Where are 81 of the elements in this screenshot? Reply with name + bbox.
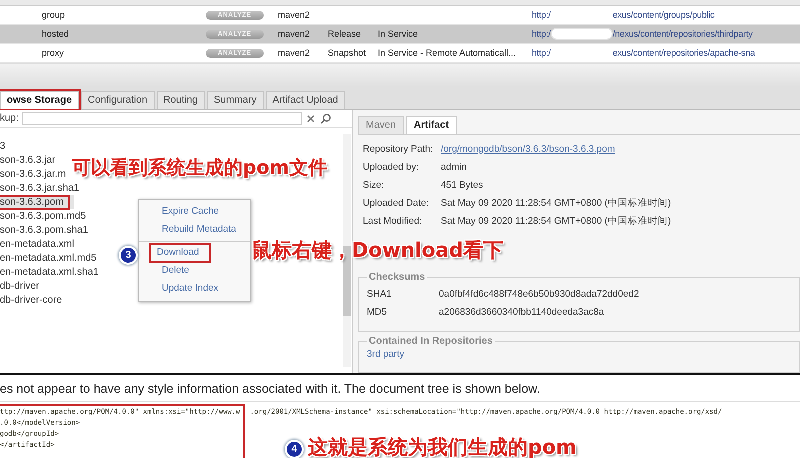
path-link[interactable]: exus/content/repositories/apache-sna: [612, 48, 756, 58]
table-cell-text: maven2: [278, 48, 312, 58]
table-cell: In Service - Remote Automaticall...: [378, 48, 516, 58]
tree-item[interactable]: son-3.6.3.pom.sha1: [0, 223, 94, 237]
field-label: Last Modified:: [363, 216, 424, 226]
file-name: son-3.6.3.jar: [0, 154, 56, 166]
file-name: son-3.6.3.pom.md5: [0, 210, 86, 222]
tab[interactable]: Routing: [156, 91, 205, 109]
tree-item[interactable]: son-3.6.3.pom.md5: [0, 209, 92, 223]
table-cell-text: hosted: [42, 29, 70, 39]
tree-item[interactable]: en-metadata.xml: [0, 237, 80, 251]
tree-item[interactable]: son-3.6.3.pom: [0, 195, 74, 209]
file-name: son-3.6.3.jar.m: [0, 168, 66, 180]
menu-item[interactable]: Expire Cache: [154, 204, 230, 220]
field-label: Size:: [363, 180, 386, 190]
table-cell-text: proxy: [42, 48, 66, 58]
menu-item[interactable]: Delete: [154, 263, 200, 279]
field-label: MD5: [367, 306, 388, 318]
field-value: Sat May 09 2020 11:28:54 GMT+0800 (中国标准时间): [441, 196, 672, 210]
repository-link[interactable]: 3rd party: [367, 349, 404, 360]
file-name: son-3.6.3.pom.sha1: [0, 224, 88, 236]
table-cell: In Service: [378, 29, 418, 39]
field-value: 451 Bytes: [441, 180, 484, 190]
path-link[interactable]: /nexus/content/repositories/thirdparty: [612, 29, 753, 39]
tree-item[interactable]: db-driver: [0, 279, 46, 293]
file-name: en-metadata.xml.sha1: [0, 266, 99, 278]
path-link[interactable]: http:/: [532, 10, 551, 20]
tree-item[interactable]: 3: [0, 139, 12, 153]
field-value: Sat May 09 2020 11:28:54 GMT+0800 (中国标准时间): [441, 214, 672, 228]
table-cell-text: group: [42, 10, 66, 20]
annotation-text: 鼠标右键，Download看下: [252, 237, 504, 264]
tab[interactable]: Configuration: [81, 91, 155, 109]
menu-item[interactable]: Rebuild Metadata: [154, 222, 246, 238]
tab[interactable]: Maven: [358, 116, 404, 134]
field-value: admin: [441, 162, 467, 172]
tab[interactable]: Artifact: [406, 116, 458, 134]
field-label: Uploaded Date:: [363, 198, 430, 208]
step-badge: 4: [287, 442, 302, 457]
file-name: db-driver: [0, 280, 40, 292]
menu-item[interactable]: Update Index: [154, 281, 229, 297]
file-name: en-metadata.xml.md5: [0, 252, 97, 264]
path-link[interactable]: http:/: [532, 29, 551, 39]
path-link[interactable]: /org/mongodb/bson/3.6.3/bson-3.6.3.pom: [441, 144, 616, 154]
table-cell: Snapshot: [328, 48, 366, 58]
scrollbar[interactable]: [343, 134, 351, 367]
panel-title: Checksums: [368, 272, 426, 283]
annotation-text: 这就是系统为我们生成的pom: [308, 434, 577, 458]
xml-notice: es not appear to have any style information associated with it. The document tree is shown below.: [0, 379, 800, 402]
table-cell: Release: [328, 29, 362, 39]
search-icon[interactable]: [320, 112, 332, 124]
path-link[interactable]: http:/: [532, 48, 551, 58]
panel-title: Contained In Repositories: [368, 336, 494, 347]
field-value: a206836d3660340fbb1140deeda3ac8a: [439, 306, 604, 318]
file-name: son-3.6.3.jar.sha1: [0, 182, 80, 194]
field-label: Uploaded by:: [363, 162, 420, 172]
tree-item[interactable]: en-metadata.xml.md5: [0, 251, 103, 265]
tree-item[interactable]: en-metadata.xml.sha1: [0, 265, 105, 279]
tab[interactable]: owse Storage: [0, 91, 80, 109]
file-name: en-metadata.xml: [0, 238, 74, 250]
tab[interactable]: Summary: [206, 91, 264, 109]
field-label: Repository Path:: [363, 144, 434, 154]
step-badge: 3: [121, 248, 136, 263]
tab[interactable]: Artifact Upload: [266, 91, 346, 109]
path-link[interactable]: exus/content/groups/public: [612, 10, 715, 20]
menu-item[interactable]: Download: [151, 245, 210, 261]
splitter-bar[interactable]: [0, 63, 800, 87]
file-name: son-3.6.3.pom: [0, 196, 68, 208]
field-label: SHA1: [367, 288, 393, 300]
lookup-label: kup:: [0, 113, 19, 124]
file-name: db-driver-core: [0, 294, 62, 306]
tree-item[interactable]: son-3.6.3.jar: [0, 153, 62, 167]
clear-icon[interactable]: [305, 112, 317, 124]
tree-item[interactable]: son-3.6.3.jar.sha1: [0, 181, 86, 195]
field-value: 0a0fbf4fd6c488f748e6b50b930d8ada72dd0ed2: [439, 288, 640, 300]
annotation-text: 可以看到系统生成的pom文件: [72, 156, 328, 181]
tree-item[interactable]: son-3.6.3.jar.m: [0, 167, 72, 181]
table-cell-text: maven2: [278, 10, 312, 20]
tree-item[interactable]: db-driver-core: [0, 293, 68, 307]
table-cell-text: maven2: [278, 29, 312, 39]
file-name: 3: [0, 140, 6, 152]
lookup-field[interactable]: [22, 112, 302, 125]
